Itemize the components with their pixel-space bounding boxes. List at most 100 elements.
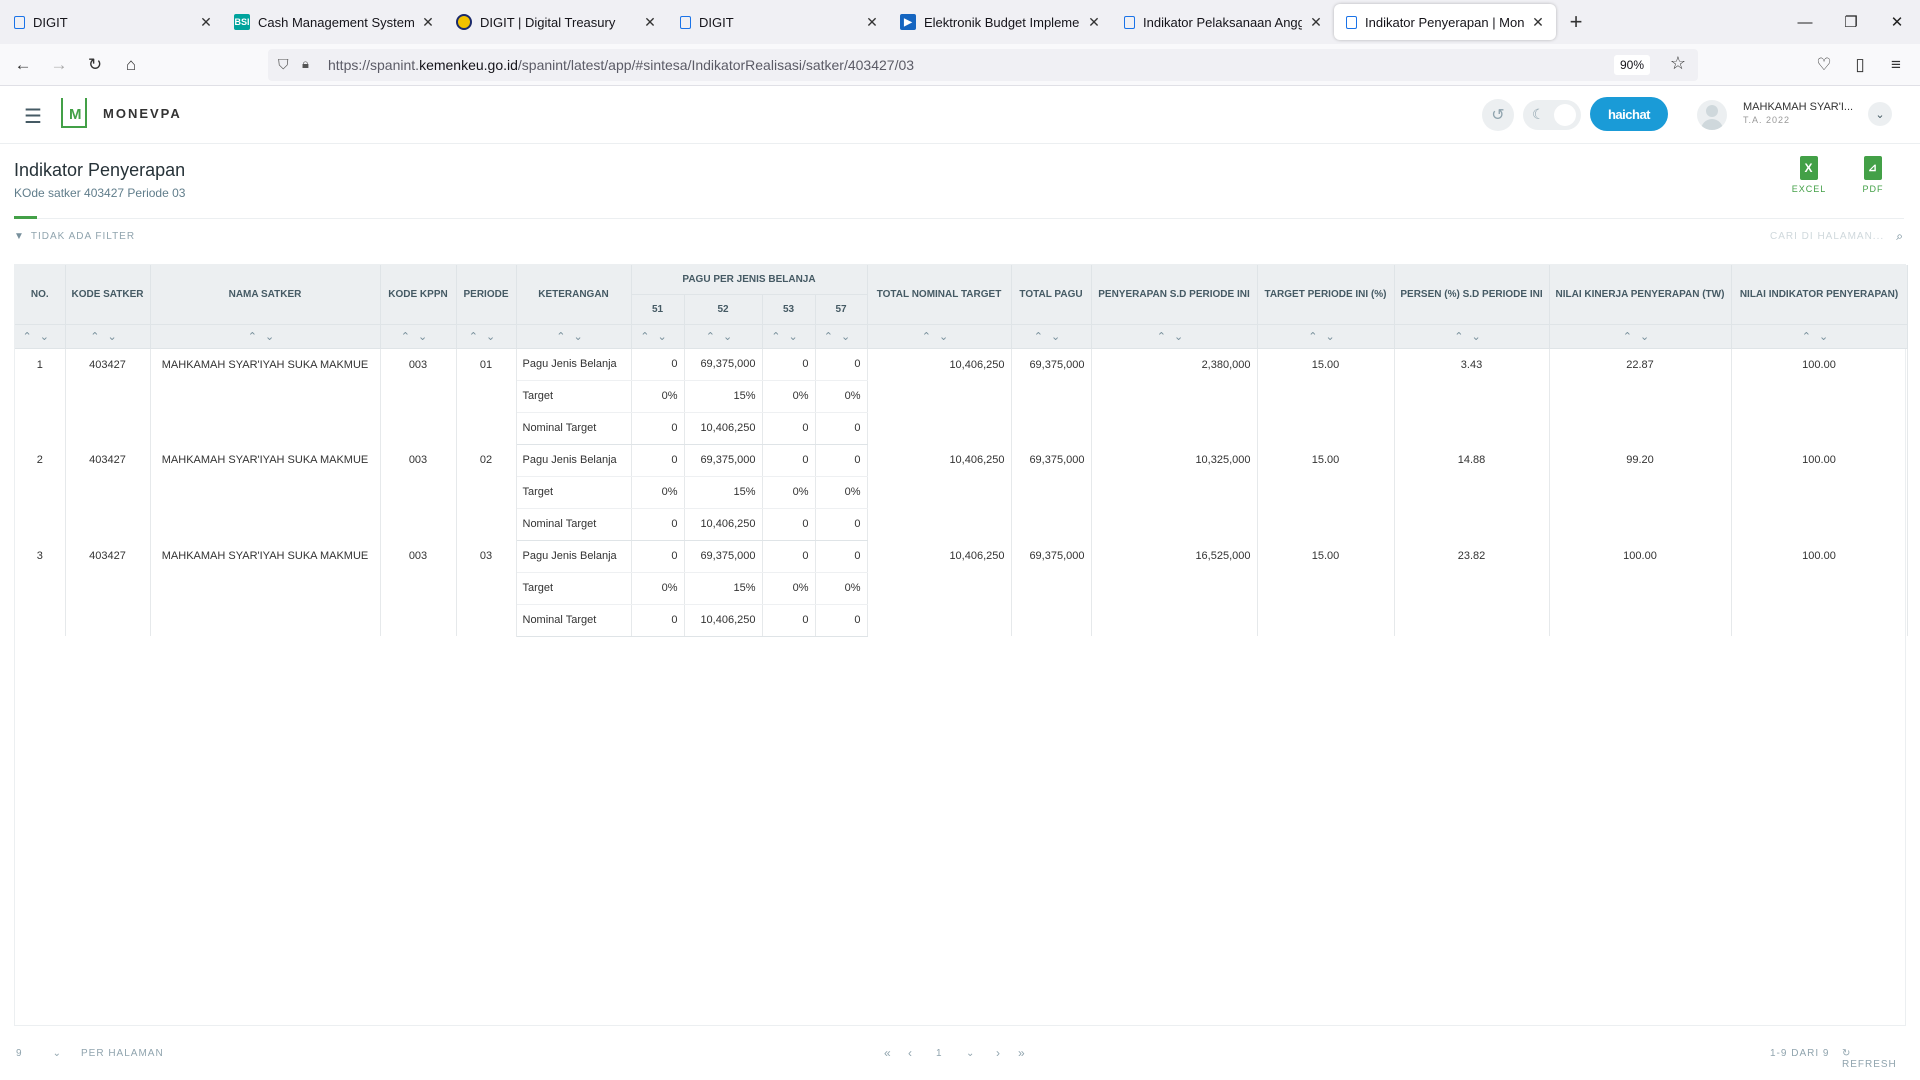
dark-mode-toggle[interactable]: ☾	[1523, 100, 1581, 130]
per-page-select[interactable]: 9 ⌄	[16, 1048, 62, 1059]
search-input[interactable]: CARI DI HALAMAN...	[1770, 231, 1884, 242]
sort-controls[interactable]: ⌃⌄	[1257, 324, 1395, 349]
sort-controls[interactable]: ⌃⌄	[1731, 324, 1908, 349]
first-page-icon[interactable]: «	[884, 1046, 892, 1060]
search-icon[interactable]: ⌕	[1896, 229, 1904, 244]
browser-tab[interactable]: ▶ Elektronik Budget Implementati ✕	[890, 4, 1112, 40]
sort-controls[interactable]: ⌃⌄	[516, 324, 632, 349]
url-bar[interactable]: ⛉ 🔒︎ https://spanint.kemenkeu.go.id/span…	[268, 49, 1698, 81]
page-search[interactable]: CARI DI HALAMAN... ⌕	[1770, 229, 1904, 244]
sort-controls[interactable]: ⌃⌄	[815, 324, 868, 349]
forward-icon[interactable]: →	[47, 53, 71, 77]
cell-periode: 02	[456, 444, 517, 540]
sort-controls[interactable]: ⌃⌄	[684, 324, 763, 349]
divider	[14, 218, 1904, 219]
browser-tab[interactable]: BSI Cash Management System - Ba ✕	[224, 4, 446, 40]
close-icon[interactable]: ✕	[1308, 14, 1324, 31]
cell-total-nominal-target: 10,406,250	[867, 444, 1012, 540]
close-icon[interactable]: ✕	[198, 14, 214, 31]
cell-57: 0	[815, 604, 868, 637]
refresh-button[interactable]: ↻ REFRESH	[1842, 1048, 1906, 1070]
chevron-down-icon[interactable]: ⌄	[1868, 102, 1892, 126]
sort-controls[interactable]: ⌃⌄	[1549, 324, 1732, 349]
sort-controls[interactable]: ⌃⌄	[631, 324, 685, 349]
browser-tab[interactable]: DIGIT | Digital Treasury ✕	[446, 4, 668, 40]
user-info[interactable]: MAHKAMAH SYAR'I... T.A. 2022	[1743, 101, 1853, 125]
home-icon[interactable]: ⌂	[119, 53, 143, 77]
user-name: MAHKAMAH SYAR'I...	[1743, 101, 1854, 113]
filter-label: TIDAK ADA FILTER	[30, 231, 136, 242]
close-icon[interactable]: ✕	[1530, 14, 1546, 31]
cell-nilai-indikator: 100.00	[1731, 348, 1908, 444]
sort-controls[interactable]: ⌃⌄	[1011, 324, 1092, 349]
cell-kode-satker: 403427	[65, 444, 151, 540]
table-row: 2 403427 MAHKAMAH SYAR'IYAH SUKA MAKMUE …	[15, 444, 1908, 540]
prev-page-icon[interactable]: ‹	[908, 1046, 913, 1060]
lock-icon[interactable]: 🔒︎	[302, 56, 309, 72]
cell-total-nominal-target: 10,406,250	[867, 540, 1012, 636]
browser-tab-active[interactable]: Indikator Penyerapan | MonevPA ✕	[1334, 4, 1556, 40]
hamburger-icon[interactable]: ☰	[24, 104, 42, 129]
fiscal-year: T.A. 2022	[1743, 115, 1791, 125]
avatar[interactable]	[1697, 100, 1727, 130]
pdf-export-button[interactable]: ⊿ PDF	[1853, 156, 1893, 194]
window-close-icon[interactable]: ✕	[1874, 0, 1920, 44]
last-page-icon[interactable]: »	[1018, 1046, 1026, 1060]
page-number[interactable]: 1	[936, 1048, 943, 1059]
cell-51: 0	[631, 348, 685, 381]
header-nilai-indikator: NILAI INDIKATOR PENYERAPAN)	[1731, 265, 1908, 325]
pocket-icon[interactable]: ♡	[1812, 53, 1836, 77]
close-icon[interactable]: ✕	[642, 14, 658, 31]
sort-controls[interactable]: ⌃⌄	[867, 324, 1012, 349]
header-total-nominal-target: TOTAL NOMINAL TARGET	[867, 265, 1012, 325]
sidebar-icon[interactable]: ▯	[1848, 53, 1872, 77]
sort-controls[interactable]: ⌃⌄	[380, 324, 457, 349]
haichat-button[interactable]: haichat	[1590, 97, 1668, 131]
new-tab-icon[interactable]: +	[1556, 9, 1596, 35]
zoom-level[interactable]: 90%	[1613, 55, 1650, 75]
close-icon[interactable]: ✕	[1086, 14, 1102, 31]
next-page-icon[interactable]: ›	[996, 1046, 1001, 1060]
sort-controls[interactable]: ⌃⌄	[1394, 324, 1550, 349]
page-icon	[1124, 15, 1135, 29]
sort-controls[interactable]: ⌃⌄	[762, 324, 816, 349]
cell-target-periode: 15.00	[1257, 348, 1395, 444]
browser-tab[interactable]: DIGIT ✕	[2, 4, 224, 40]
sort-controls[interactable]: ⌃⌄	[65, 324, 151, 349]
cell-52: 15%	[684, 476, 763, 509]
cell-53: 0%	[762, 476, 816, 509]
browser-tab[interactable]: Indikator Pelaksanaan Anggarar ✕	[1112, 4, 1334, 40]
url-path: /spanint/latest/app/#sintesa/IndikatorRe…	[517, 57, 915, 73]
sort-controls[interactable]: ⌃⌄	[15, 324, 66, 349]
monevpa-logo: M	[61, 98, 87, 128]
back-icon[interactable]: ←	[11, 53, 35, 77]
sort-controls[interactable]: ⌃⌄	[456, 324, 517, 349]
chevron-down-icon[interactable]: ⌄	[966, 1048, 975, 1059]
excel-export-button[interactable]: X EXCEL	[1789, 156, 1829, 194]
cell-no: 1	[15, 348, 66, 444]
restore-icon[interactable]: ❐	[1828, 0, 1874, 44]
minimize-icon[interactable]: —	[1782, 0, 1828, 44]
cell-53: 0%	[762, 380, 816, 413]
browser-tab[interactable]: DIGIT ✕	[668, 4, 890, 40]
menu-icon[interactable]: ≡	[1884, 53, 1908, 77]
url-text[interactable]: https://spanint.kemenkeu.go.id/spanint/l…	[328, 57, 914, 73]
sort-controls[interactable]: ⌃⌄	[1091, 324, 1258, 349]
browser-tab-title: DIGIT	[33, 14, 68, 30]
cell-nama-satker: MAHKAMAH SYAR'IYAH SUKA MAKMUE	[150, 540, 381, 636]
reload-icon[interactable]: ↻	[83, 53, 107, 77]
cell-53: 0	[762, 444, 816, 477]
close-icon[interactable]: ✕	[420, 14, 436, 31]
filter-toggle[interactable]: ▼ TIDAK ADA FILTER	[14, 231, 135, 242]
close-icon[interactable]: ✕	[864, 14, 880, 31]
star-icon[interactable]: ☆	[1670, 53, 1686, 74]
header-51: 51	[631, 294, 685, 325]
shield-icon[interactable]: ⛉	[278, 56, 289, 73]
undo-icon[interactable]: ↺	[1482, 99, 1514, 131]
cell-total-pagu: 69,375,000	[1011, 348, 1092, 444]
sort-controls[interactable]: ⌃⌄	[150, 324, 381, 349]
cell-keterangan: Nominal Target	[516, 412, 632, 445]
cell-nama-satker: MAHKAMAH SYAR'IYAH SUKA MAKMUE	[150, 348, 381, 444]
cell-keterangan: Target	[516, 572, 632, 605]
cell-total-pagu: 69,375,000	[1011, 444, 1092, 540]
